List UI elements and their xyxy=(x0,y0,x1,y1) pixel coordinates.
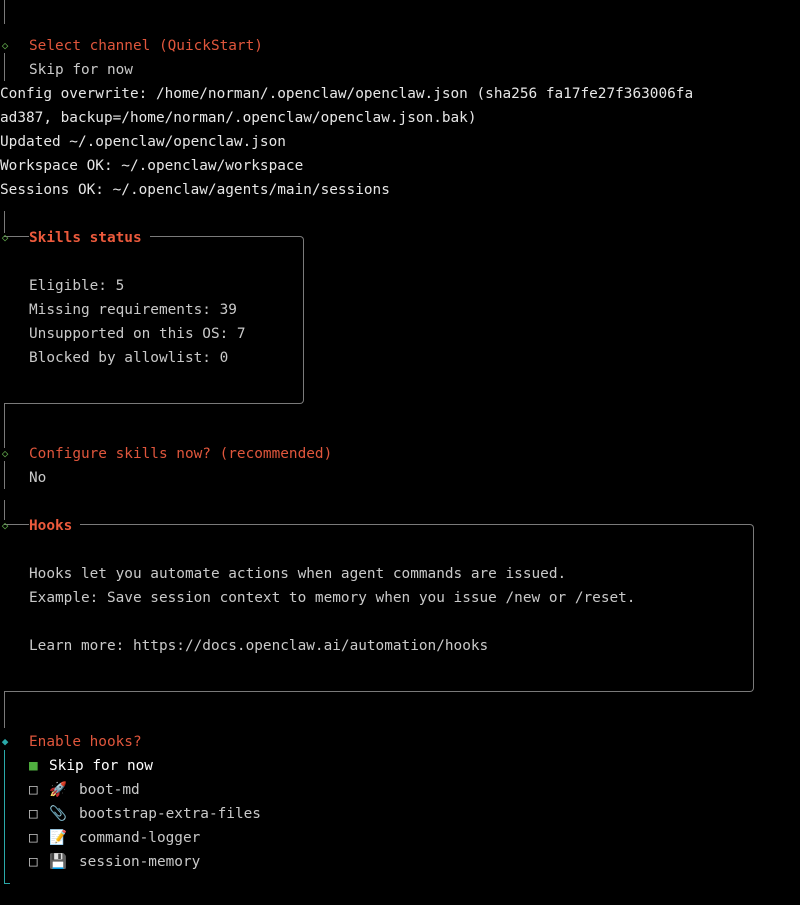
log-line: ad387, backup=/home/norman/.openclaw/ope… xyxy=(0,110,477,126)
rail-enable-hooks xyxy=(4,750,5,884)
enable-hooks-prompt: Enable hooks? xyxy=(29,734,142,750)
select-channel-prompt: Select channel (QuickStart) xyxy=(29,38,263,54)
hook-option-label: boot-md xyxy=(79,782,140,798)
rail-top xyxy=(4,0,5,24)
hook-option-label: bootstrap-extra-files xyxy=(79,806,261,822)
floppy-disk-icon: 💾 xyxy=(49,854,67,870)
hook-option-label: command-logger xyxy=(79,830,201,846)
skills-eligible: Eligible: 5 xyxy=(29,278,125,294)
memo-icon: 📝 xyxy=(49,830,67,846)
skills-missing: Missing requirements: 39 xyxy=(29,302,237,318)
hook-option-skip[interactable]: ■ Skip for now xyxy=(29,754,153,778)
rocket-icon: 🚀 xyxy=(49,782,67,798)
log-line: Updated ~/.openclaw/openclaw.json xyxy=(0,134,286,150)
checkbox-unchecked-icon: □ xyxy=(29,830,38,846)
hook-option-session-memory[interactable]: □ 💾 session-memory xyxy=(29,850,200,874)
checkbox-unchecked-icon: □ xyxy=(29,854,38,870)
step-marker-icon: ◇ xyxy=(1,231,9,244)
hook-option-bootstrap-extra-files[interactable]: □ 📎 bootstrap-extra-files xyxy=(29,802,261,826)
configure-skills-prompt: Configure skills now? (recommended) xyxy=(29,446,333,462)
step-marker-icon: ◇ xyxy=(1,519,9,532)
hooks-title: Hooks xyxy=(29,514,81,538)
hook-option-label: session-memory xyxy=(79,854,201,870)
skills-blocked: Blocked by allowlist: 0 xyxy=(29,350,229,366)
hooks-example: Example: Save session context to memory … xyxy=(29,590,636,606)
select-channel-answer: Skip for now xyxy=(29,62,133,78)
hooks-description: Hooks let you automate actions when agen… xyxy=(29,566,567,582)
rail-post-hooks xyxy=(4,692,5,728)
skills-status-title: Skills status xyxy=(29,226,150,250)
rail-enable-hooks-end xyxy=(4,883,10,884)
skills-unsupported: Unsupported on this OS: 7 xyxy=(29,326,246,342)
log-line: Sessions OK: ~/.openclaw/agents/main/ses… xyxy=(0,182,390,198)
hooks-learn-more: Learn more: https://docs.openclaw.ai/aut… xyxy=(29,638,489,654)
hook-option-boot-md[interactable]: □ 🚀 boot-md xyxy=(29,778,140,802)
checkbox-checked-icon: ■ xyxy=(29,758,38,774)
step-marker-icon: ◇ xyxy=(1,447,9,460)
checkbox-unchecked-icon: □ xyxy=(29,782,38,798)
configure-skills-answer: No xyxy=(29,470,47,486)
log-line: Workspace OK: ~/.openclaw/workspace xyxy=(0,158,304,174)
log-line: Config overwrite: /home/norman/.openclaw… xyxy=(0,86,694,102)
step-marker-icon: ◇ xyxy=(1,39,9,52)
hook-option-label: Skip for now xyxy=(49,758,153,774)
hook-option-command-logger[interactable]: □ 📝 command-logger xyxy=(29,826,200,850)
paperclip-icon: 📎 xyxy=(49,806,67,822)
checkbox-unchecked-icon: □ xyxy=(29,806,38,822)
active-step-marker-icon: ◆ xyxy=(1,735,9,748)
